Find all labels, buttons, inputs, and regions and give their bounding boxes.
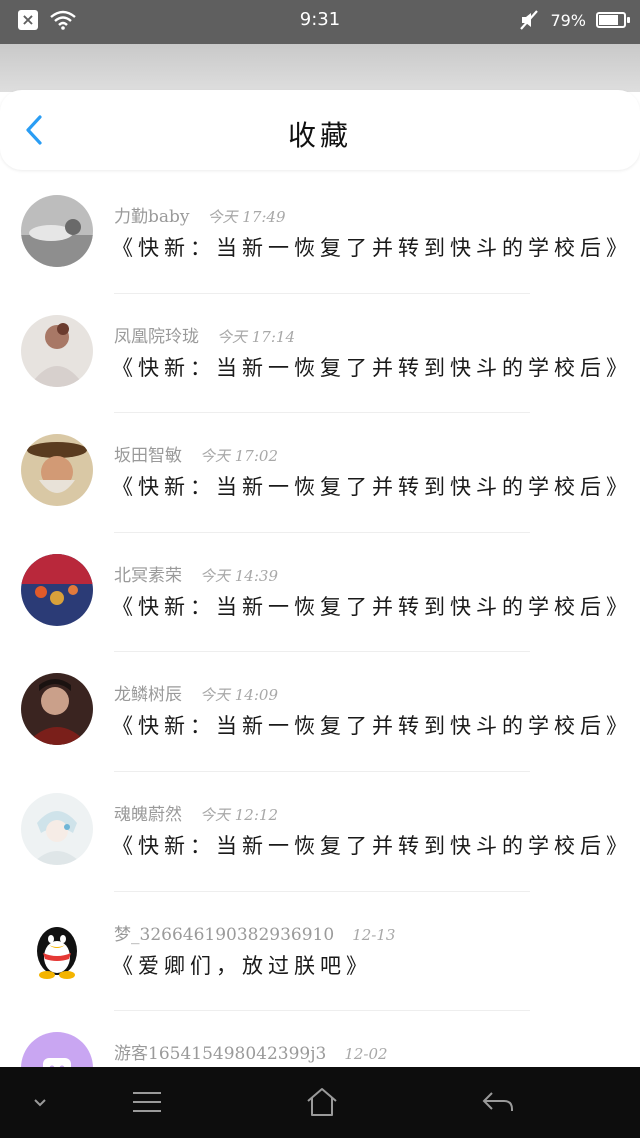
post-title[interactable]: 《快新：当新一恢复了并转到快斗的学校后》 — [112, 830, 632, 860]
avatar[interactable] — [21, 553, 93, 626]
list-item[interactable]: 坂田智敏 今天 17:02 《快新：当新一恢复了并转到快斗的学校后》 — [0, 413, 640, 533]
user-name: 北冥素荣 — [114, 565, 182, 586]
timestamp: 今天 14:39 — [200, 566, 278, 585]
timestamp: 今天 17:49 — [207, 208, 286, 226]
list-item[interactable]: 力勤baby 今天 17:49 《快新：当新一恢复了并转到快斗的学校后》 — [0, 174, 640, 294]
page-title: 收藏 — [287, 119, 352, 152]
user-name: 坂田智敏 — [114, 446, 182, 467]
avatar[interactable] — [21, 195, 93, 267]
user-name: 游客165415498042399j3 — [114, 1044, 327, 1065]
user-name: 龙鳞树辰 — [114, 685, 182, 706]
penguin-icon — [37, 926, 77, 979]
mute-icon — [520, 10, 539, 30]
list-item[interactable]: 凤凰院玲珑 今天 17:14 《快新：当新一恢复了并转到快斗的学校后》 — [0, 294, 640, 414]
timestamp: 今天 17:14 — [217, 327, 295, 346]
page-header: 收藏 — [0, 90, 640, 170]
avatar[interactable] — [21, 314, 93, 387]
post-title[interactable]: 《快新：当新一恢复了并转到快斗的学校后》 — [112, 352, 632, 382]
battery-icon — [596, 12, 630, 28]
battery-percent: 79% — [550, 10, 586, 30]
favorites-list: 力勤baby 今天 17:49 《快新：当新一恢复了并转到快斗的学校后》 凤凰院玲… — [0, 174, 640, 1131]
list-item[interactable]: 魂魄蔚然 今天 12:12 《快新：当新一恢复了并转到快斗的学校后》 — [0, 772, 640, 892]
background-band — [0, 44, 640, 92]
timestamp: 12-02 — [344, 1045, 388, 1064]
timestamp: 今天 12:12 — [200, 805, 278, 824]
timestamp: 12-13 — [352, 925, 396, 944]
avatar[interactable] — [21, 434, 93, 507]
list-item[interactable]: 龙鳞树辰 今天 14:09 《快新：当新一恢复了并转到快斗的学校后》 — [0, 652, 640, 772]
post-title[interactable]: 《快新：当新一恢复了并转到快斗的学校后》 — [112, 471, 632, 501]
user-name: 力勤baby — [114, 207, 190, 227]
avatar[interactable] — [21, 673, 93, 746]
status-bar: × 9:31 79% — [0, 0, 640, 44]
list-item[interactable]: 北冥素荣 今天 14:39 《快新：当新一恢复了并转到快斗的学校后》 — [0, 533, 640, 653]
post-title[interactable]: 《快新：当新一恢复了并转到快斗的学校后》 — [112, 710, 632, 740]
avatar[interactable] — [21, 912, 93, 985]
post-title[interactable]: 《爱卿们，放过朕吧》 — [112, 950, 372, 980]
avatar[interactable] — [21, 792, 93, 865]
battery-fill — [599, 15, 618, 25]
timestamp: 今天 14:09 — [200, 686, 278, 705]
navigation-bar — [0, 1067, 640, 1138]
home-icon[interactable] — [302, 1085, 342, 1119]
chevron-down-icon[interactable] — [20, 1085, 60, 1119]
user-name: 魂魄蔚然 — [114, 804, 182, 825]
back-arrow-icon[interactable] — [478, 1085, 518, 1119]
status-right: 79% — [518, 9, 630, 31]
post-title[interactable]: 《快新：当新一恢复了并转到快斗的学校后》 — [112, 232, 632, 262]
user-name: 凤凰院玲珑 — [114, 326, 199, 347]
user-name: 梦_326646190382936910 — [114, 924, 335, 945]
list-item[interactable]: 梦_326646190382936910 12-13 《爱卿们，放过朕吧》 — [0, 892, 640, 1012]
menu-icon[interactable] — [127, 1085, 167, 1119]
post-title[interactable]: 《快新：当新一恢复了并转到快斗的学校后》 — [112, 591, 632, 621]
timestamp: 今天 17:02 — [200, 447, 278, 466]
